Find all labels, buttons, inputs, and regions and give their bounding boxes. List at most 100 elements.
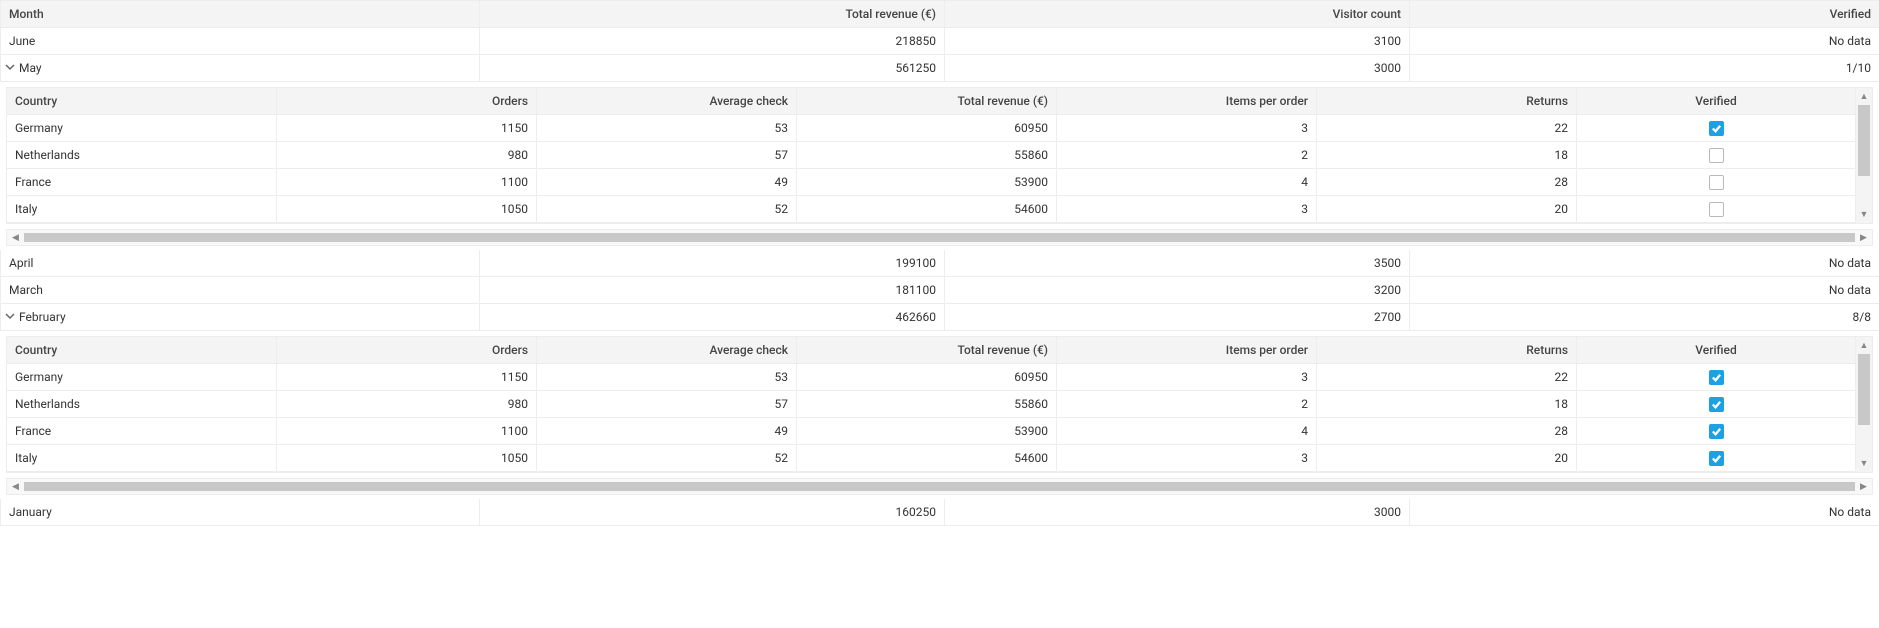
cell-avg: 57 (537, 142, 797, 168)
col-month[interactable]: Month (0, 1, 480, 27)
cell-avg: 52 (537, 445, 797, 471)
cell-ver (1577, 391, 1855, 417)
month-verified: No data (1410, 250, 1879, 276)
col-avg[interactable]: Average check (537, 88, 797, 114)
cell-ver (1577, 169, 1855, 195)
scroll-thumb[interactable] (24, 482, 1855, 491)
chevron-down-icon[interactable] (5, 61, 15, 75)
month-label-text: May (19, 61, 42, 75)
scroll-down-arrow-icon[interactable]: ▼ (1856, 206, 1872, 223)
scroll-thumb[interactable] (1858, 354, 1870, 425)
col-rev[interactable]: Total revenue (€) (797, 337, 1057, 363)
table-row[interactable]: Italy 1050 52 54600 3 20 (7, 445, 1855, 472)
month-row-february[interactable]: February 462660 2700 8/8 (0, 304, 1879, 331)
month-row-may[interactable]: May 561250 3000 1/10 (0, 55, 1879, 82)
cell-rev: 53900 (797, 169, 1057, 195)
scroll-down-arrow-icon[interactable]: ▼ (1856, 455, 1872, 472)
table-row[interactable]: Netherlands 980 57 55860 2 18 (7, 142, 1855, 169)
cell-ipo: 3 (1057, 196, 1317, 222)
cell-ret: 28 (1317, 418, 1577, 444)
col-ipo[interactable]: Items per order (1057, 337, 1317, 363)
cell-ipo: 2 (1057, 391, 1317, 417)
month-visitors: 3200 (945, 277, 1410, 303)
month-row-april[interactable]: April 199100 3500 No data (0, 250, 1879, 277)
col-avg[interactable]: Average check (537, 337, 797, 363)
month-label: March (0, 277, 480, 303)
col-ipo[interactable]: Items per order (1057, 88, 1317, 114)
table-row[interactable]: Italy 1050 52 54600 3 20 (7, 196, 1855, 223)
table-row[interactable]: France 1100 49 53900 4 28 (7, 418, 1855, 445)
month-revenue: 199100 (480, 250, 945, 276)
cell-country: France (7, 418, 277, 444)
cell-avg: 53 (537, 115, 797, 141)
cell-ret: 22 (1317, 115, 1577, 141)
cell-country: Germany (7, 115, 277, 141)
verified-checkbox[interactable] (1709, 451, 1724, 466)
cell-country: France (7, 169, 277, 195)
verified-checkbox[interactable] (1709, 202, 1724, 217)
cell-ver (1577, 445, 1855, 471)
chevron-down-icon[interactable] (5, 310, 15, 324)
horizontal-scrollbar[interactable]: ◀ ▶ (6, 229, 1873, 246)
scroll-left-arrow-icon[interactable]: ◀ (7, 230, 24, 245)
verified-checkbox[interactable] (1709, 370, 1724, 385)
month-row-march[interactable]: March 181100 3200 No data (0, 277, 1879, 304)
cell-ret: 28 (1317, 169, 1577, 195)
col-rev[interactable]: Total revenue (€) (797, 88, 1057, 114)
cell-ver (1577, 364, 1855, 390)
scroll-thumb[interactable] (24, 233, 1855, 242)
scroll-right-arrow-icon[interactable]: ▶ (1855, 230, 1872, 245)
month-label: January (0, 499, 480, 525)
month-verified: No data (1410, 499, 1879, 525)
cell-avg: 53 (537, 364, 797, 390)
month-revenue: 561250 (480, 55, 945, 81)
cell-orders: 980 (277, 142, 537, 168)
cell-avg: 49 (537, 169, 797, 195)
verified-checkbox[interactable] (1709, 175, 1724, 190)
cell-country: Germany (7, 364, 277, 390)
cell-ipo: 2 (1057, 142, 1317, 168)
scroll-thumb[interactable] (1858, 105, 1870, 176)
verified-checkbox[interactable] (1709, 397, 1724, 412)
month-row-january[interactable]: January 160250 3000 No data (0, 499, 1879, 526)
cell-ipo: 4 (1057, 169, 1317, 195)
table-row[interactable]: Netherlands 980 57 55860 2 18 (7, 391, 1855, 418)
col-orders[interactable]: Orders (277, 337, 537, 363)
cell-ret: 18 (1317, 391, 1577, 417)
col-ver[interactable]: Verified (1577, 337, 1855, 363)
cell-country: Netherlands (7, 142, 277, 168)
cell-ipo: 3 (1057, 364, 1317, 390)
col-country[interactable]: Country (7, 88, 277, 114)
col-revenue[interactable]: Total revenue (€) (480, 1, 945, 27)
col-orders[interactable]: Orders (277, 88, 537, 114)
col-visitors[interactable]: Visitor count (945, 1, 1410, 27)
cell-rev: 53900 (797, 418, 1057, 444)
table-row[interactable]: Germany 1150 53 60950 3 22 (7, 364, 1855, 391)
vertical-scrollbar[interactable]: ▲ ▼ (1855, 337, 1872, 472)
cell-ret: 18 (1317, 142, 1577, 168)
scroll-right-arrow-icon[interactable]: ▶ (1855, 479, 1872, 494)
col-ret[interactable]: Returns (1317, 88, 1577, 114)
scroll-left-arrow-icon[interactable]: ◀ (7, 479, 24, 494)
verified-checkbox[interactable] (1709, 121, 1724, 136)
col-country[interactable]: Country (7, 337, 277, 363)
verified-checkbox[interactable] (1709, 148, 1724, 163)
vertical-scrollbar[interactable]: ▲ ▼ (1855, 88, 1872, 223)
outer-header-row: Month Total revenue (€) Visitor count Ve… (0, 1, 1879, 28)
cell-rev: 60950 (797, 115, 1057, 141)
cell-ver (1577, 142, 1855, 168)
col-ret[interactable]: Returns (1317, 337, 1577, 363)
table-row[interactable]: France 1100 49 53900 4 28 (7, 169, 1855, 196)
month-visitors: 3100 (945, 28, 1410, 54)
cell-ret: 22 (1317, 364, 1577, 390)
scroll-up-arrow-icon[interactable]: ▲ (1856, 88, 1872, 105)
col-verified[interactable]: Verified (1410, 1, 1879, 27)
col-ver[interactable]: Verified (1577, 88, 1855, 114)
horizontal-scrollbar[interactable]: ◀ ▶ (6, 478, 1873, 495)
scroll-up-arrow-icon[interactable]: ▲ (1856, 337, 1872, 354)
table-row[interactable]: Germany 1150 53 60950 3 22 (7, 115, 1855, 142)
cell-orders: 1150 (277, 115, 537, 141)
cell-rev: 54600 (797, 196, 1057, 222)
verified-checkbox[interactable] (1709, 424, 1724, 439)
month-row-june[interactable]: June 218850 3100 No data (0, 28, 1879, 55)
